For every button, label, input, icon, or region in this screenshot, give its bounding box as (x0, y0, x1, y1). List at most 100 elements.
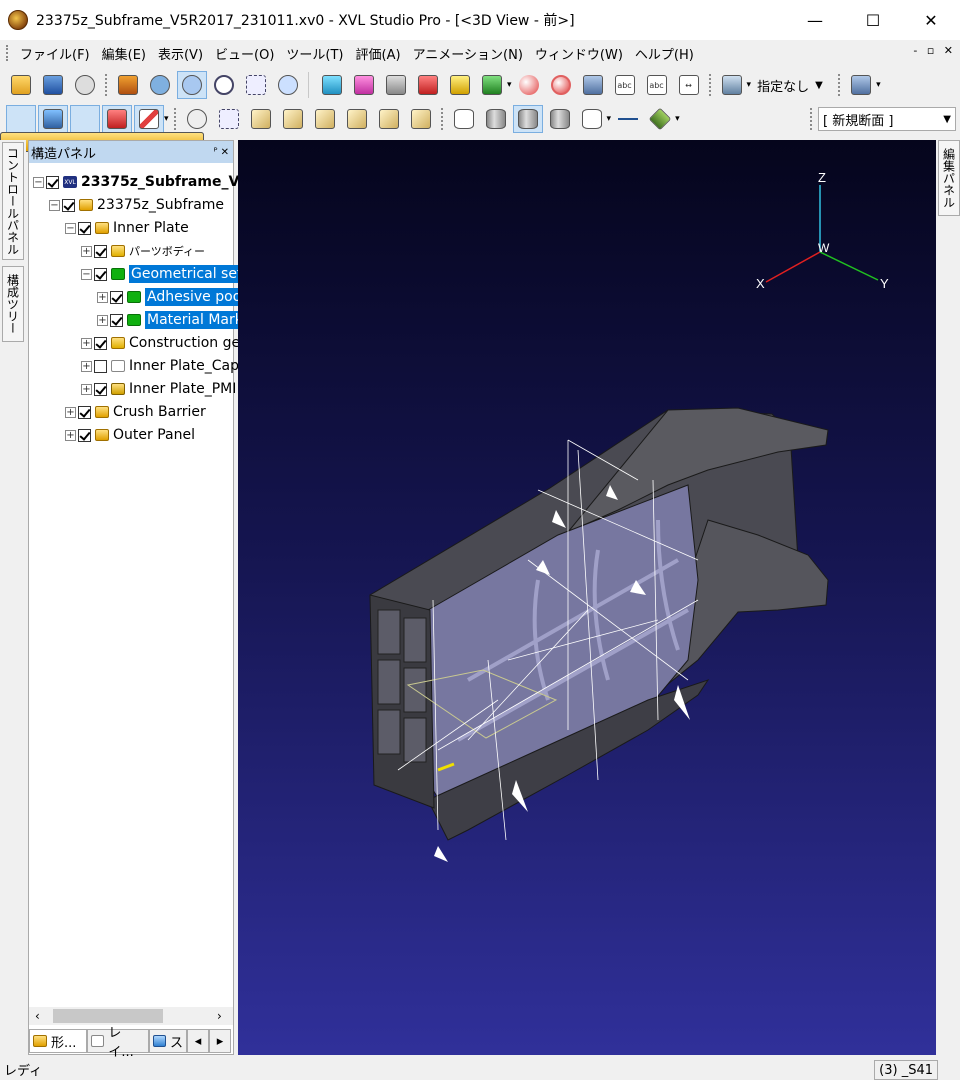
menu-edit[interactable]: 編集(E) (96, 44, 152, 63)
edit-panel-tab[interactable]: 編集パネル (938, 140, 960, 216)
collapse-icon[interactable]: − (81, 268, 92, 280)
line-style-button[interactable] (613, 105, 643, 133)
open-button[interactable] (6, 71, 36, 99)
toolbar-grip[interactable] (173, 108, 179, 130)
expand-icon[interactable]: + (65, 429, 76, 441)
hide-button[interactable] (182, 105, 212, 133)
paint-button[interactable] (717, 71, 747, 99)
expand-icon[interactable]: + (65, 406, 76, 418)
expand-icon[interactable]: + (97, 291, 108, 303)
visibility-checkbox[interactable] (94, 267, 107, 281)
tree-node-construction[interactable]: + Construction ge (81, 332, 240, 354)
toolbar-grip[interactable] (838, 74, 843, 96)
home-view-button[interactable] (113, 71, 143, 99)
visibility-checkbox[interactable] (94, 359, 107, 373)
section-tool-button[interactable] (846, 71, 876, 99)
control-panel-tab[interactable]: コントロールパネル (2, 142, 24, 260)
display-mode-select[interactable]: 指定なし ▼ (753, 73, 836, 97)
pan-button[interactable] (145, 71, 175, 99)
tree-node-part-body[interactable]: + パーツボディー (81, 240, 205, 262)
menu-display[interactable]: 表示(V) (152, 44, 209, 63)
menu-animation[interactable]: アニメーション(N) (407, 44, 529, 63)
section-select[interactable]: [ 新規断面 ] ▼ (818, 107, 956, 131)
tree-node-pmi[interactable]: + Inner Plate_PMI (81, 378, 236, 400)
view-back-button[interactable] (310, 105, 340, 133)
chevron-down-icon[interactable]: ▾ (607, 114, 612, 124)
visibility-checkbox[interactable] (110, 290, 123, 304)
tab-scroll-left[interactable]: ◂ (187, 1029, 209, 1053)
tree-node-adhesive[interactable]: + Adhesive poo (97, 286, 244, 308)
tree-node-capture[interactable]: + Inner Plate_Cap (81, 355, 239, 377)
chevron-down-icon[interactable]: ▾ (747, 80, 752, 90)
toolbar-grip[interactable] (105, 74, 110, 96)
chevron-down-icon[interactable]: ▾ (164, 114, 169, 124)
scrollbar-thumb[interactable] (53, 1009, 163, 1023)
tab-shape[interactable]: 形... (29, 1029, 87, 1053)
minimize-button[interactable]: — (786, 0, 844, 40)
save-button[interactable] (38, 71, 68, 99)
visibility-checkbox[interactable] (78, 221, 91, 235)
image-toggle-button[interactable] (38, 105, 68, 133)
close-button[interactable]: ✕ (902, 0, 960, 40)
menu-tools[interactable]: ツール(T) (280, 44, 349, 63)
expand-icon[interactable]: + (81, 383, 92, 395)
expand-icon[interactable]: + (97, 314, 108, 326)
shaded-edges-button[interactable] (512, 105, 543, 133)
view-right-button[interactable] (374, 105, 404, 133)
maximize-button[interactable]: ☐ (844, 0, 902, 40)
note-button[interactable] (445, 71, 475, 99)
collapse-icon[interactable]: − (33, 176, 44, 188)
markup-button[interactable] (381, 71, 411, 99)
config-tree-tab[interactable]: 構成ツリー (2, 266, 24, 342)
3d-viewport[interactable]: Z W X Y (238, 140, 936, 1055)
label-button[interactable]: abc (610, 71, 640, 99)
expand-icon[interactable]: + (81, 337, 92, 349)
collapse-icon[interactable]: − (49, 199, 60, 211)
visibility-checkbox[interactable] (78, 428, 91, 442)
view-left-button[interactable] (342, 105, 372, 133)
chevron-down-icon[interactable]: ▾ (507, 80, 512, 90)
view-top-button[interactable] (406, 105, 436, 133)
toolbar-grip[interactable] (708, 74, 714, 96)
view-iso-button[interactable] (246, 105, 276, 133)
zoom-box-button[interactable] (241, 71, 271, 99)
texture-button[interactable] (645, 105, 675, 133)
chevron-down-icon[interactable]: ▾ (876, 80, 881, 90)
menu-help[interactable]: ヘルプ(H) (629, 44, 700, 63)
subframe-model[interactable] (369, 407, 829, 862)
visibility-checkbox[interactable] (94, 382, 107, 396)
fit-view-button[interactable] (273, 71, 303, 99)
tree-node-material-mark[interactable]: + Material Mark (97, 309, 245, 331)
toolbar-grip[interactable] (810, 108, 815, 130)
visibility-checkbox[interactable] (78, 405, 91, 419)
menu-window[interactable]: ウィンドウ(W) (529, 44, 629, 63)
expand-icon[interactable]: + (81, 245, 92, 257)
view-front-button[interactable] (278, 105, 308, 133)
toolbar-grip[interactable] (440, 108, 446, 130)
label-edit-button[interactable]: abc (642, 71, 672, 99)
scroll-left-icon[interactable]: ‹ (35, 1009, 40, 1023)
visibility-checkbox[interactable] (46, 175, 59, 189)
tree-node-subframe[interactable]: − 23375z_Subframe (49, 194, 224, 216)
tab-s[interactable]: ス (149, 1029, 187, 1053)
visibility-checkbox[interactable] (94, 336, 107, 350)
pmi-button[interactable] (413, 71, 443, 99)
mdi-controls[interactable]: - ▫ ✕ (913, 44, 956, 57)
tree-node-geometrical-set[interactable]: − Geometrical set (81, 263, 245, 285)
green-tool-button[interactable] (477, 71, 507, 99)
visibility-checkbox[interactable] (62, 198, 75, 212)
menu-evaluate[interactable]: 評価(A) (350, 44, 407, 63)
collapse-icon[interactable]: − (65, 222, 76, 234)
sphere-select-button[interactable] (546, 71, 576, 99)
tree-node-outer-panel[interactable]: + Outer Panel (65, 424, 195, 446)
measure-button[interactable] (317, 71, 347, 99)
expand-icon[interactable]: + (81, 360, 92, 372)
tab-layer[interactable]: レイ... (87, 1026, 149, 1060)
menu-file[interactable]: ファイル(F) (14, 44, 96, 63)
sphere-button[interactable] (514, 71, 544, 99)
layer-toggle-button[interactable] (0, 105, 204, 152)
tree-node-crush-barrier[interactable]: + Crush Barrier (65, 401, 206, 423)
hidden-line-button[interactable] (545, 105, 575, 133)
chevron-down-icon[interactable]: ▾ (675, 114, 680, 124)
menu-view[interactable]: ビュー(O) (209, 44, 280, 63)
